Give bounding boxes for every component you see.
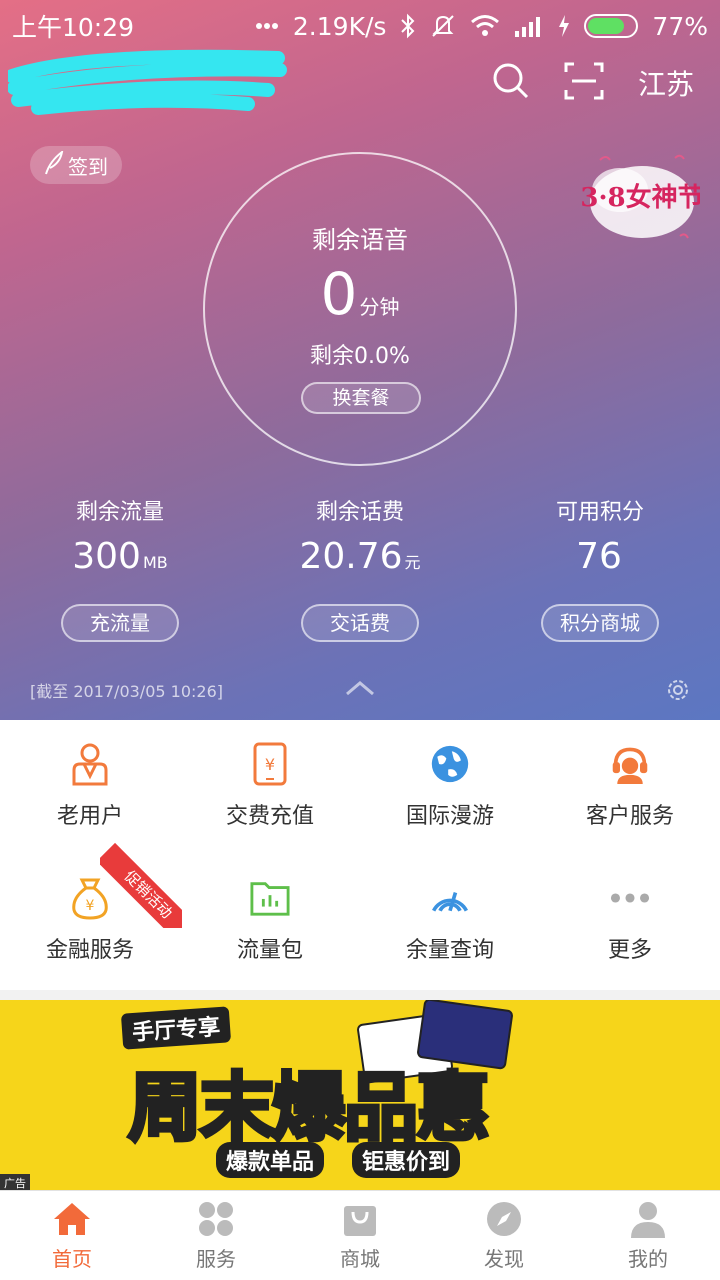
voice-balance-ring: 剩余语音 0 分钟 剩余0.0% 换套餐 (203, 152, 517, 466)
tab-label: 发现 (484, 1247, 524, 1271)
tab-label: 首页 (52, 1247, 92, 1271)
globe-icon (430, 742, 470, 786)
tab-label: 我的 (628, 1247, 668, 1271)
network-speed: 2.19K/s (292, 11, 387, 41)
stat-label: 剩余流量 (75, 500, 164, 525)
stat-value: 20.76 (299, 536, 403, 577)
gear-icon[interactable] (664, 676, 692, 704)
voice-percent: 剩余0.0% (310, 344, 410, 369)
bottom-tab-bar: 首页 服务 商城 发现 我的 (0, 1190, 720, 1280)
banner-sub-1: 爆款单品 (216, 1142, 325, 1178)
recharge-phone-icon: ¥ (250, 742, 290, 786)
grid-label: 余量查询 (405, 938, 494, 963)
tab-profile[interactable]: 我的 (576, 1191, 720, 1280)
sign-in-label: 签到 (68, 154, 108, 179)
grid-item-recharge[interactable]: ¥ 交费充值 (180, 720, 360, 850)
banner-sub-2: 钜惠价到 (352, 1142, 461, 1178)
grid-item-data-package[interactable]: 流量包 (180, 854, 360, 984)
banner-headline: 周末爆品惠 (126, 1048, 492, 1155)
stat-unit: 元 (404, 553, 421, 572)
status-time: 上午10:29 (12, 13, 135, 42)
home-icon (50, 1199, 94, 1239)
data-balance: 剩余流量 300 MB 充流量 (0, 498, 240, 642)
mute-icon (430, 11, 456, 41)
compass-icon (482, 1199, 526, 1239)
points-mall-button[interactable]: 积分商城 (541, 604, 659, 642)
tab-services[interactable]: 服务 (144, 1191, 288, 1280)
scan-icon[interactable] (564, 62, 604, 104)
grid-item-balance-query[interactable]: 余量查询 (360, 854, 540, 984)
data-folder-icon (250, 876, 290, 920)
svg-text:¥: ¥ (265, 755, 275, 774)
tab-label: 商城 (340, 1247, 380, 1271)
bluetooth-icon (400, 11, 416, 41)
pay-bill-button[interactable]: 交话费 (301, 604, 419, 642)
svg-text:3·8女神节: 3·8女神节 (580, 182, 700, 213)
tab-discover[interactable]: 发现 (432, 1191, 576, 1280)
stat-label: 可用积分 (555, 500, 644, 525)
promo-banner[interactable]: 手厅专享 周末爆品惠 爆款单品 钜惠价到 广告 (0, 1000, 720, 1190)
signal-meter-icon (430, 876, 470, 920)
grid-label: 客户服务 (585, 804, 674, 829)
ad-label: 广告 (0, 1174, 30, 1190)
svg-text:¥: ¥ (86, 898, 95, 914)
as-of-timestamp: [截至 2017/03/05 10:26] (30, 682, 223, 701)
grid-icon (194, 1199, 238, 1239)
grid-label: 金融服务 (45, 938, 134, 963)
battery-icon (584, 14, 639, 38)
account-summary-panel: 上午10:29 2.19K/s 77% 江苏 签到 3·8女神节 剩余语音 0 … (0, 0, 720, 720)
person-icon (626, 1199, 670, 1239)
region-selector[interactable]: 江苏 (638, 63, 694, 103)
headset-icon (610, 742, 650, 786)
grid-label: 更多 (607, 938, 652, 963)
grid-item-customer-service[interactable]: 客户服务 (540, 720, 720, 850)
tab-label: 服务 (196, 1247, 236, 1271)
grid-item-more[interactable]: 更多 (540, 854, 720, 984)
banner-headline-a: 周末 (126, 1063, 276, 1153)
shopping-bag-icon (338, 1199, 382, 1239)
sign-in-button[interactable]: 签到 (30, 146, 122, 184)
more-dots-icon (610, 876, 650, 920)
voice-title: 剩余语音 (312, 226, 408, 254)
points-balance: 可用积分 76 积分商城 (480, 498, 720, 642)
grid-label: 流量包 (236, 938, 303, 963)
more-status-icon (255, 11, 279, 41)
stat-unit: MB (142, 553, 168, 572)
chevron-up-icon[interactable] (344, 678, 376, 698)
redacted-username (8, 49, 287, 115)
charging-icon (558, 11, 570, 41)
wifi-icon (470, 11, 500, 41)
womens-day-badge[interactable]: 3·8女神节 (580, 140, 700, 250)
battery-percent: 77% (652, 11, 708, 41)
banner-tag: 手厅专享 (120, 1006, 232, 1050)
stat-value: 76 (576, 536, 622, 577)
grid-label: 老用户 (56, 804, 123, 829)
voice-value: 0 (320, 260, 358, 328)
grid-item-old-user[interactable]: 老用户 (0, 720, 180, 850)
stat-label: 剩余话费 (315, 500, 404, 525)
grid-label: 交费充值 (225, 804, 314, 829)
grid-label: 国际漫游 (405, 804, 494, 829)
old-user-icon (70, 742, 110, 786)
promo-ribbon-label: 促销活动 (100, 842, 182, 928)
recharge-data-button[interactable]: 充流量 (61, 604, 179, 642)
status-bar: 上午10:29 2.19K/s 77% (0, 0, 720, 52)
search-icon[interactable] (492, 62, 530, 104)
feather-icon (44, 149, 64, 180)
tab-home[interactable]: 首页 (0, 1191, 144, 1280)
promo-ribbon: 促销活动 (100, 842, 182, 928)
stat-value: 300 (72, 536, 141, 577)
change-plan-button[interactable]: 换套餐 (301, 382, 421, 414)
voice-unit: 分钟 (359, 295, 400, 319)
banner-headline-b: 爆品惠 (270, 1063, 492, 1153)
tab-mall[interactable]: 商城 (288, 1191, 432, 1280)
grid-item-roaming[interactable]: 国际漫游 (360, 720, 540, 850)
cellular-signal-icon (514, 11, 544, 41)
phone-balance: 剩余话费 20.76 元 交话费 (240, 498, 480, 642)
